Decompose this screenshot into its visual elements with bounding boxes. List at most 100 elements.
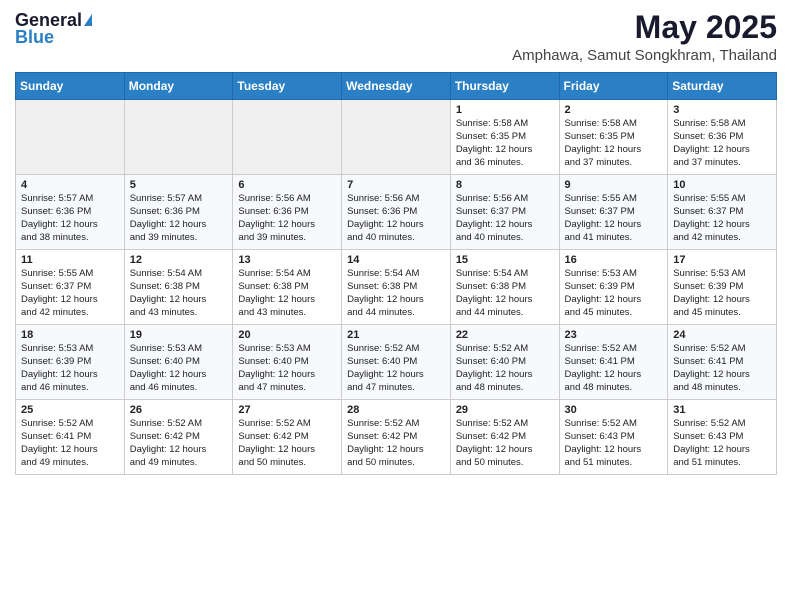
day-number: 17 <box>673 254 771 266</box>
day-info: Sunrise: 5:52 AM Sunset: 6:42 PM Dayligh… <box>130 418 228 469</box>
day-info: Sunrise: 5:55 AM Sunset: 6:37 PM Dayligh… <box>673 193 771 244</box>
day-info: Sunrise: 5:52 AM Sunset: 6:42 PM Dayligh… <box>238 418 336 469</box>
day-number: 13 <box>238 254 336 266</box>
day-info: Sunrise: 5:58 AM Sunset: 6:36 PM Dayligh… <box>673 118 771 169</box>
day-number: 2 <box>565 104 663 116</box>
day-info: Sunrise: 5:56 AM Sunset: 6:36 PM Dayligh… <box>238 193 336 244</box>
day-number: 26 <box>130 404 228 416</box>
calendar-cell: 9 Sunrise: 5:55 AM Sunset: 6:37 PM Daylig… <box>559 175 668 250</box>
day-header-sunday: Sunday <box>16 73 125 100</box>
day-number: 23 <box>565 329 663 341</box>
day-number: 5 <box>130 179 228 191</box>
day-number: 8 <box>456 179 554 191</box>
day-info: Sunrise: 5:52 AM Sunset: 6:42 PM Dayligh… <box>456 418 554 469</box>
day-number: 20 <box>238 329 336 341</box>
day-number: 4 <box>21 179 119 191</box>
calendar-cell: 23Sunrise: 5:52 AM Sunset: 6:41 PM Dayli… <box>559 325 668 400</box>
calendar-cell: 22Sunrise: 5:52 AM Sunset: 6:40 PM Dayli… <box>450 325 559 400</box>
calendar-cell: 8 Sunrise: 5:56 AM Sunset: 6:37 PM Daylig… <box>450 175 559 250</box>
day-info: Sunrise: 5:52 AM Sunset: 6:41 PM Dayligh… <box>21 418 119 469</box>
calendar-cell: 2 Sunrise: 5:58 AM Sunset: 6:35 PM Daylig… <box>559 100 668 175</box>
calendar-table: SundayMondayTuesdayWednesdayThursdayFrid… <box>15 72 777 475</box>
calendar-cell: 15 Sunrise: 5:54 AM Sunset: 6:38 PM Dayli… <box>450 250 559 325</box>
calendar-cell: 12 Sunrise: 5:54 AM Sunset: 6:38 PM Dayli… <box>124 250 233 325</box>
calendar-cell: 25 Sunrise: 5:52 AM Sunset: 6:41 PM Dayli… <box>16 400 125 475</box>
day-info: Sunrise: 5:52 AM Sunset: 6:40 PM Dayligh… <box>456 343 554 394</box>
day-info: Sunrise: 5:53 AM Sunset: 6:40 PM Dayligh… <box>130 343 228 394</box>
day-number: 7 <box>347 179 445 191</box>
calendar-cell: 4 Sunrise: 5:57 AM Sunset: 6:36 PM Daylig… <box>16 175 125 250</box>
day-info: Sunrise: 5:58 AM Sunset: 6:35 PM Dayligh… <box>565 118 663 169</box>
day-number: 10 <box>673 179 771 191</box>
page-header: General Blue May 2025 Amphawa, Samut Son… <box>15 10 777 64</box>
day-info: Sunrise: 5:55 AM Sunset: 6:37 PM Dayligh… <box>565 193 663 244</box>
day-number: 9 <box>565 179 663 191</box>
day-info: Sunrise: 5:52 AM Sunset: 6:43 PM Dayligh… <box>673 418 771 469</box>
day-info: Sunrise: 5:56 AM Sunset: 6:37 PM Dayligh… <box>456 193 554 244</box>
day-info: Sunrise: 5:58 AM Sunset: 6:35 PM Dayligh… <box>456 118 554 169</box>
calendar-week-2: 4 Sunrise: 5:57 AM Sunset: 6:36 PM Daylig… <box>16 175 777 250</box>
day-number: 19 <box>130 329 228 341</box>
day-info: Sunrise: 5:56 AM Sunset: 6:36 PM Dayligh… <box>347 193 445 244</box>
calendar-cell: 14 Sunrise: 5:54 AM Sunset: 6:38 PM Dayli… <box>342 250 451 325</box>
day-number: 12 <box>130 254 228 266</box>
day-number: 30 <box>565 404 663 416</box>
logo-blue-text: Blue <box>15 27 54 48</box>
day-info: Sunrise: 5:57 AM Sunset: 6:36 PM Dayligh… <box>21 193 119 244</box>
day-number: 21 <box>347 329 445 341</box>
day-number: 28 <box>347 404 445 416</box>
title-area: May 2025 Amphawa, Samut Songkhram, Thail… <box>512 10 777 64</box>
day-info: Sunrise: 5:54 AM Sunset: 6:38 PM Dayligh… <box>130 268 228 319</box>
day-info: Sunrise: 5:54 AM Sunset: 6:38 PM Dayligh… <box>238 268 336 319</box>
day-number: 24 <box>673 329 771 341</box>
calendar-cell <box>124 100 233 175</box>
logo: General Blue <box>15 10 92 48</box>
calendar-cell: 20 Sunrise: 5:53 AM Sunset: 6:40 PM Dayli… <box>233 325 342 400</box>
calendar-cell: 18Sunrise: 5:53 AM Sunset: 6:39 PM Dayli… <box>16 325 125 400</box>
calendar-cell: 17 Sunrise: 5:53 AM Sunset: 6:39 PM Dayli… <box>668 250 777 325</box>
calendar-cell: 27 Sunrise: 5:52 AM Sunset: 6:42 PM Dayli… <box>233 400 342 475</box>
day-info: Sunrise: 5:54 AM Sunset: 6:38 PM Dayligh… <box>347 268 445 319</box>
calendar-cell: 19 Sunrise: 5:53 AM Sunset: 6:40 PM Dayli… <box>124 325 233 400</box>
day-header-friday: Friday <box>559 73 668 100</box>
calendar-cell: 13 Sunrise: 5:54 AM Sunset: 6:38 PM Dayli… <box>233 250 342 325</box>
day-number: 27 <box>238 404 336 416</box>
calendar-week-1: 1Sunrise: 5:58 AM Sunset: 6:35 PM Daylig… <box>16 100 777 175</box>
day-number: 29 <box>456 404 554 416</box>
day-number: 3 <box>673 104 771 116</box>
day-number: 11 <box>21 254 119 266</box>
calendar-cell: 29 Sunrise: 5:52 AM Sunset: 6:42 PM Dayli… <box>450 400 559 475</box>
calendar-cell: 1Sunrise: 5:58 AM Sunset: 6:35 PM Daylig… <box>450 100 559 175</box>
day-number: 15 <box>456 254 554 266</box>
day-header-saturday: Saturday <box>668 73 777 100</box>
day-info: Sunrise: 5:53 AM Sunset: 6:40 PM Dayligh… <box>238 343 336 394</box>
day-number: 25 <box>21 404 119 416</box>
calendar-cell <box>16 100 125 175</box>
calendar-cell: 24 Sunrise: 5:52 AM Sunset: 6:41 PM Dayli… <box>668 325 777 400</box>
calendar-cell: 10 Sunrise: 5:55 AM Sunset: 6:37 PM Dayli… <box>668 175 777 250</box>
calendar-week-4: 18Sunrise: 5:53 AM Sunset: 6:39 PM Dayli… <box>16 325 777 400</box>
calendar-cell <box>233 100 342 175</box>
calendar-cell: 21Sunrise: 5:52 AM Sunset: 6:40 PM Dayli… <box>342 325 451 400</box>
day-number: 31 <box>673 404 771 416</box>
day-number: 14 <box>347 254 445 266</box>
calendar-cell: 31 Sunrise: 5:52 AM Sunset: 6:43 PM Dayli… <box>668 400 777 475</box>
calendar-cell: 6 Sunrise: 5:56 AM Sunset: 6:36 PM Daylig… <box>233 175 342 250</box>
day-header-tuesday: Tuesday <box>233 73 342 100</box>
calendar-week-5: 25 Sunrise: 5:52 AM Sunset: 6:41 PM Dayli… <box>16 400 777 475</box>
calendar-cell: 3 Sunrise: 5:58 AM Sunset: 6:36 PM Daylig… <box>668 100 777 175</box>
calendar-week-3: 11Sunrise: 5:55 AM Sunset: 6:37 PM Dayli… <box>16 250 777 325</box>
day-number: 18 <box>21 329 119 341</box>
day-header-thursday: Thursday <box>450 73 559 100</box>
day-info: Sunrise: 5:52 AM Sunset: 6:41 PM Dayligh… <box>673 343 771 394</box>
calendar-cell: 28Sunrise: 5:52 AM Sunset: 6:42 PM Dayli… <box>342 400 451 475</box>
day-info: Sunrise: 5:53 AM Sunset: 6:39 PM Dayligh… <box>673 268 771 319</box>
day-number: 6 <box>238 179 336 191</box>
calendar-cell: 5Sunrise: 5:57 AM Sunset: 6:36 PM Daylig… <box>124 175 233 250</box>
calendar-header-row: SundayMondayTuesdayWednesdayThursdayFrid… <box>16 73 777 100</box>
day-header-monday: Monday <box>124 73 233 100</box>
calendar-cell: 30Sunrise: 5:52 AM Sunset: 6:43 PM Dayli… <box>559 400 668 475</box>
calendar-cell: 26 Sunrise: 5:52 AM Sunset: 6:42 PM Dayli… <box>124 400 233 475</box>
day-info: Sunrise: 5:54 AM Sunset: 6:38 PM Dayligh… <box>456 268 554 319</box>
day-header-wednesday: Wednesday <box>342 73 451 100</box>
